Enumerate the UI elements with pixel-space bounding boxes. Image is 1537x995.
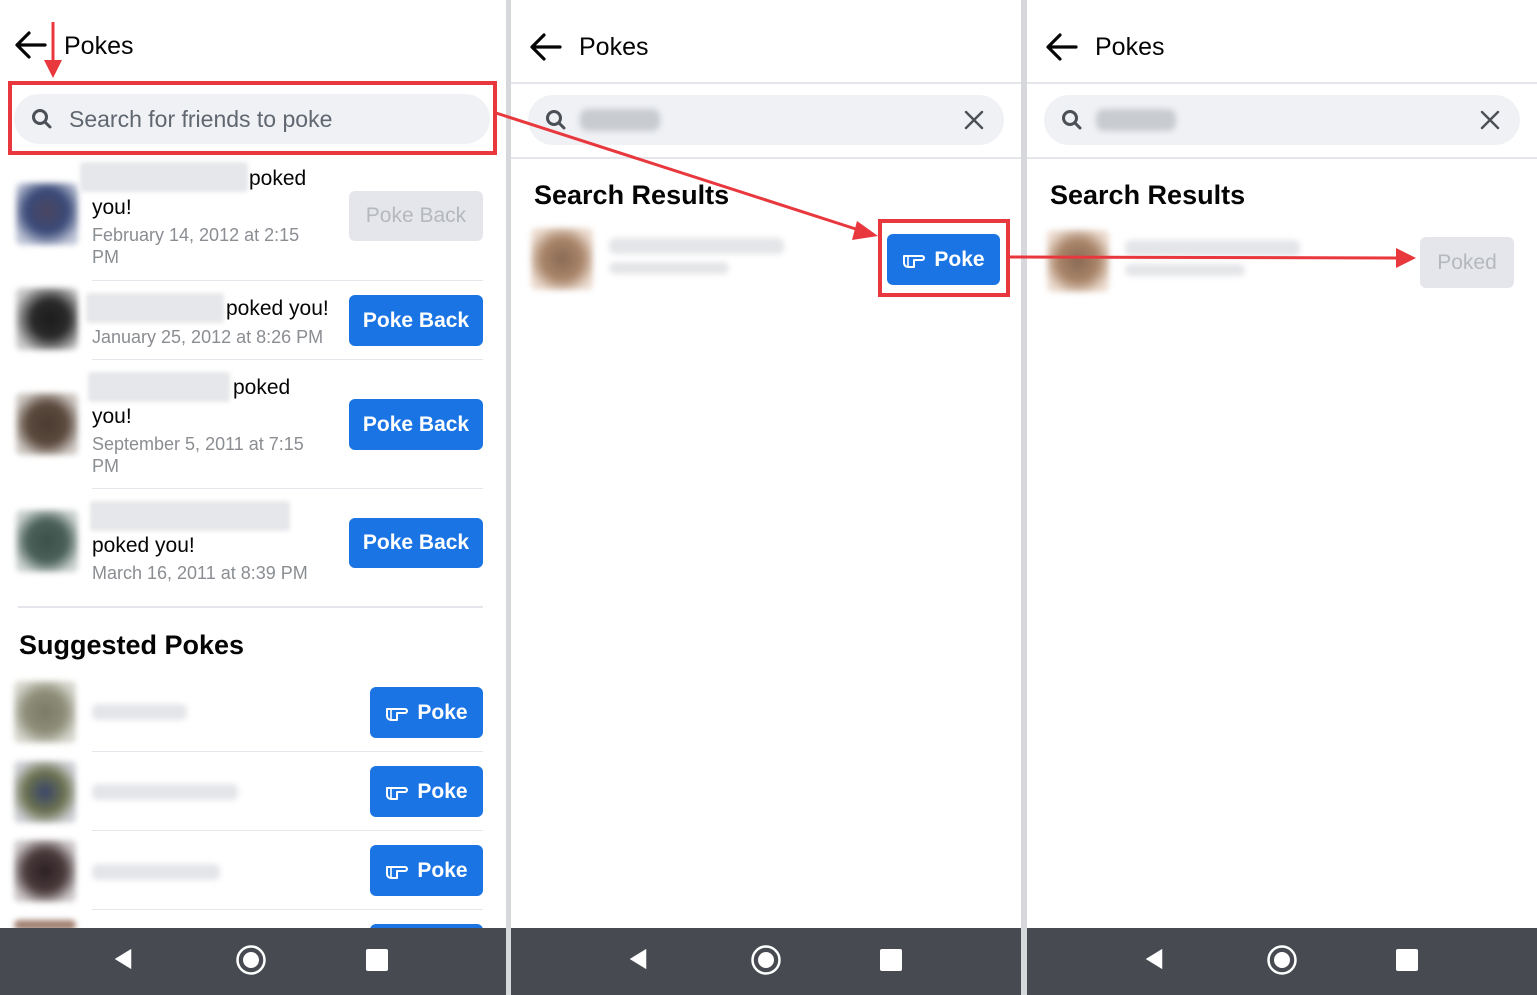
poke-back-button-disabled: Poke Back bbox=[349, 191, 483, 241]
clear-icon[interactable] bbox=[1478, 108, 1502, 132]
avatar bbox=[14, 840, 76, 902]
poke-button[interactable]: Poke bbox=[370, 845, 483, 896]
poke-hand-icon bbox=[386, 707, 409, 721]
button-label: Poke Back bbox=[362, 531, 470, 554]
button-label: Poke Back bbox=[365, 204, 467, 227]
poked-confirmation-screen: Pokes Search Results Poked bbox=[1027, 0, 1537, 995]
poke-back-button[interactable]: Poke Back bbox=[349, 295, 483, 346]
button-label: Poke Back bbox=[362, 308, 470, 332]
blurred-name bbox=[1125, 240, 1300, 256]
divider bbox=[92, 909, 483, 910]
nav-back-icon[interactable] bbox=[112, 946, 134, 972]
button-label: Poke bbox=[417, 858, 468, 882]
blurred-name bbox=[92, 704, 187, 720]
divider bbox=[92, 751, 483, 752]
poke-button[interactable]: Poke bbox=[370, 687, 483, 738]
poke-hand-icon bbox=[386, 865, 409, 879]
poke-date: PM bbox=[92, 247, 119, 267]
button-label: Poke bbox=[417, 779, 468, 803]
avatar bbox=[531, 228, 593, 290]
blurred-query bbox=[1096, 109, 1176, 131]
nav-recents-icon[interactable] bbox=[366, 949, 388, 971]
back-arrow-icon[interactable] bbox=[14, 30, 48, 60]
blurred-name bbox=[609, 238, 784, 254]
poke-date: February 14, 2012 at 2:15 bbox=[92, 225, 300, 245]
divider bbox=[92, 830, 483, 831]
avatar bbox=[16, 183, 78, 245]
poke-text: poked bbox=[233, 376, 291, 399]
nav-back-icon[interactable] bbox=[627, 946, 649, 972]
nav-home-icon[interactable] bbox=[750, 944, 782, 976]
blurred-name bbox=[80, 162, 248, 192]
avatar bbox=[1047, 230, 1109, 292]
search-icon bbox=[1062, 110, 1082, 130]
poke-back-button[interactable]: Poke Back bbox=[349, 518, 483, 568]
nav-recents-icon[interactable] bbox=[1396, 949, 1418, 971]
button-label: Poke Back bbox=[362, 412, 470, 436]
search-results-heading: Search Results bbox=[1050, 180, 1246, 210]
divider bbox=[1027, 157, 1537, 159]
search-icon bbox=[546, 110, 566, 130]
poke-date: September 5, 2011 at 7:15 bbox=[92, 434, 304, 454]
avatar bbox=[14, 761, 76, 823]
poke-text: poked you! bbox=[92, 534, 195, 557]
poke-hand-icon bbox=[386, 786, 409, 800]
back-arrow-icon[interactable] bbox=[529, 32, 563, 62]
app-header: Pokes bbox=[0, 0, 506, 82]
search-results-screen: Pokes Search Results Poke bbox=[511, 0, 1021, 995]
button-label: Poked bbox=[1437, 250, 1497, 274]
nav-home-icon[interactable] bbox=[235, 944, 267, 976]
poke-highlight-box bbox=[878, 219, 1010, 297]
avatar bbox=[16, 393, 78, 455]
nav-back-icon[interactable] bbox=[1143, 946, 1165, 972]
android-nav-bar bbox=[1027, 928, 1537, 995]
blurred-name bbox=[92, 784, 238, 800]
app-header: Pokes bbox=[511, 0, 1021, 82]
page-title: Pokes bbox=[579, 33, 649, 61]
poke-text: poked bbox=[249, 167, 307, 190]
blurred-subtitle bbox=[1125, 264, 1245, 276]
poke-button[interactable]: Poke bbox=[370, 766, 483, 817]
poke-text: poked you! bbox=[226, 297, 329, 320]
back-arrow-icon[interactable] bbox=[1045, 32, 1079, 62]
blurred-subtitle bbox=[609, 262, 729, 274]
poke-text: you! bbox=[92, 405, 132, 428]
page-title: Pokes bbox=[64, 32, 134, 60]
search-highlight-box bbox=[8, 81, 497, 155]
avatar bbox=[16, 510, 78, 572]
blurred-name bbox=[88, 372, 230, 402]
blurred-name bbox=[92, 864, 220, 880]
button-label: Poke bbox=[417, 700, 468, 724]
blurred-name bbox=[90, 501, 290, 531]
nav-recents-icon[interactable] bbox=[880, 949, 902, 971]
clear-icon[interactable] bbox=[962, 108, 986, 132]
page-title: Pokes bbox=[1095, 33, 1165, 61]
header-divider bbox=[511, 82, 1021, 84]
poke-text: you! bbox=[92, 196, 132, 219]
header-divider bbox=[1027, 82, 1537, 84]
search-input[interactable] bbox=[1044, 95, 1520, 145]
suggested-pokes-heading: Suggested Pokes bbox=[19, 630, 245, 660]
search-input[interactable] bbox=[528, 95, 1004, 145]
poked-button-disabled: Poked bbox=[1420, 237, 1514, 288]
divider bbox=[92, 488, 483, 489]
android-nav-bar bbox=[0, 928, 506, 995]
nav-home-icon[interactable] bbox=[1266, 944, 1298, 976]
divider bbox=[92, 280, 483, 281]
blurred-query bbox=[580, 109, 660, 131]
blurred-name bbox=[86, 293, 224, 323]
poke-date: January 25, 2012 at 8:26 PM bbox=[92, 327, 324, 347]
avatar bbox=[14, 681, 76, 743]
poke-date: March 16, 2011 at 8:39 PM bbox=[92, 563, 308, 583]
search-results-heading: Search Results bbox=[534, 180, 730, 210]
divider bbox=[92, 359, 483, 360]
avatar bbox=[16, 288, 78, 350]
divider bbox=[511, 157, 1021, 159]
android-nav-bar bbox=[511, 928, 1021, 995]
app-header: Pokes bbox=[1027, 0, 1537, 82]
section-divider bbox=[18, 606, 483, 608]
poke-back-button[interactable]: Poke Back bbox=[349, 399, 483, 450]
poke-date: PM bbox=[92, 456, 119, 476]
